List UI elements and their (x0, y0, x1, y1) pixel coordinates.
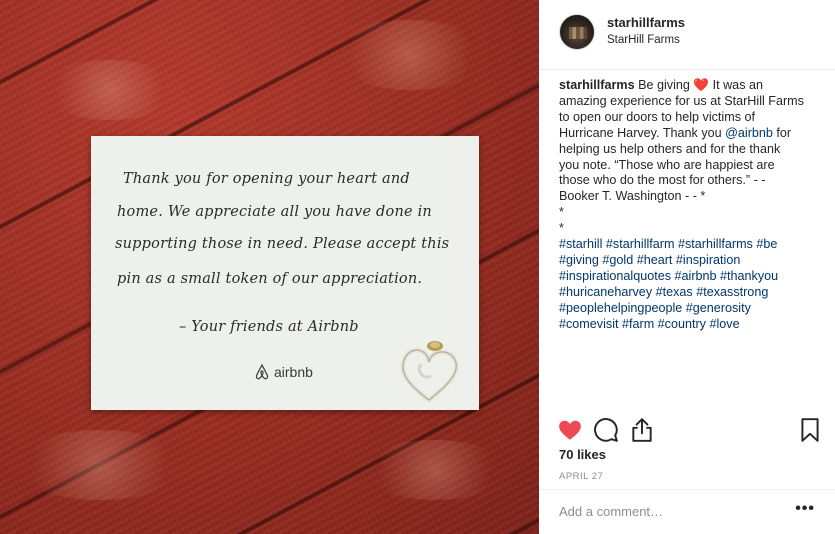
share-icon[interactable] (629, 417, 655, 443)
card-line-4: pin as a small token of our appreciation… (117, 271, 423, 287)
post-caption: starhillfarms Be giving ❤️ It was an ama… (559, 78, 821, 333)
caption-line: Hurricane Harvey. Thank you @airbnb for (559, 126, 821, 142)
post-date[interactable]: APRIL 27 (559, 471, 603, 482)
thank-you-card: Thank you for opening your heart and hom… (91, 136, 479, 410)
bookmark-icon[interactable] (797, 417, 823, 443)
wood-wear-patch (10, 430, 190, 500)
comment-icon[interactable] (593, 417, 619, 443)
wood-wear-patch (40, 60, 180, 120)
caption-line: starhillfarms Be giving ❤️ It was an (559, 78, 821, 94)
post-photo[interactable]: Thank you for opening your heart and hom… (0, 0, 539, 534)
hashtag-line[interactable]: #giving #gold #heart #inspiration (559, 253, 821, 269)
hashtag-line[interactable]: #huricaneharvey #texas #texasstrong (559, 285, 821, 301)
card-signature: – Your friends at Airbnb (179, 319, 359, 335)
comment-input[interactable] (559, 504, 779, 519)
caption-line: those who do the most for others.” - - (559, 173, 766, 188)
heart-pin-image (400, 341, 459, 404)
comment-bar: ••• (539, 489, 835, 534)
caption-line: helping us help others and for the thank (559, 141, 781, 156)
caption-line: * (559, 205, 564, 220)
caption-line: to open our doors to help victims of (559, 109, 756, 124)
caption-line: amazing experience for us at StarHill Fa… (559, 93, 804, 108)
caption-text: for (772, 125, 792, 140)
hashtag-line[interactable]: #peoplehelpingpeople #generosity (559, 301, 821, 317)
caption-line: you note. “Those who are happiest are (559, 157, 775, 172)
hashtag-line[interactable]: #starhill #starhillfarm #starhillfarms #… (559, 237, 821, 253)
airbnb-brand: airbnb (255, 364, 313, 380)
airbnb-wordmark: airbnb (274, 364, 313, 380)
likes-count[interactable]: 70 likes (559, 447, 606, 462)
card-line-3: supporting those in need. Please accept … (115, 236, 450, 252)
post-side-panel: starhillfarms StarHill Farms starhillfar… (539, 0, 835, 534)
mention-link-airbnb[interactable]: @airbnb (725, 126, 773, 140)
hashtag-line[interactable]: #inspirationalquotes #airbnb #thankyou (559, 269, 821, 285)
caption-line: Booker T. Washington - - * (559, 189, 706, 204)
card-line-2: home. We appreciate all you have done in (117, 204, 432, 220)
caption-line: * (559, 221, 564, 236)
wood-wear-patch (360, 440, 510, 500)
caption-text: Be giving (634, 78, 694, 92)
airbnb-logo-icon (255, 364, 269, 380)
avatar[interactable] (559, 14, 595, 50)
header-location[interactable]: StarHill Farms (607, 34, 680, 46)
caption-text: It was an (709, 78, 763, 92)
caption-text: Hurricane Harvey. Thank you (559, 125, 726, 140)
post-header: starhillfarms StarHill Farms (539, 0, 835, 70)
more-options-button[interactable]: ••• (795, 500, 815, 518)
caption-username[interactable]: starhillfarms (559, 78, 635, 92)
header-username[interactable]: starhillfarms (607, 15, 685, 30)
hashtag-line[interactable]: #comevisit #farm #country #love (559, 317, 821, 333)
action-bar (539, 412, 835, 446)
card-line-1: Thank you for opening your heart and (123, 171, 410, 187)
red-heart-emoji: ❤️ (693, 78, 710, 92)
heart-icon[interactable] (557, 417, 583, 443)
wood-wear-patch (330, 20, 490, 90)
